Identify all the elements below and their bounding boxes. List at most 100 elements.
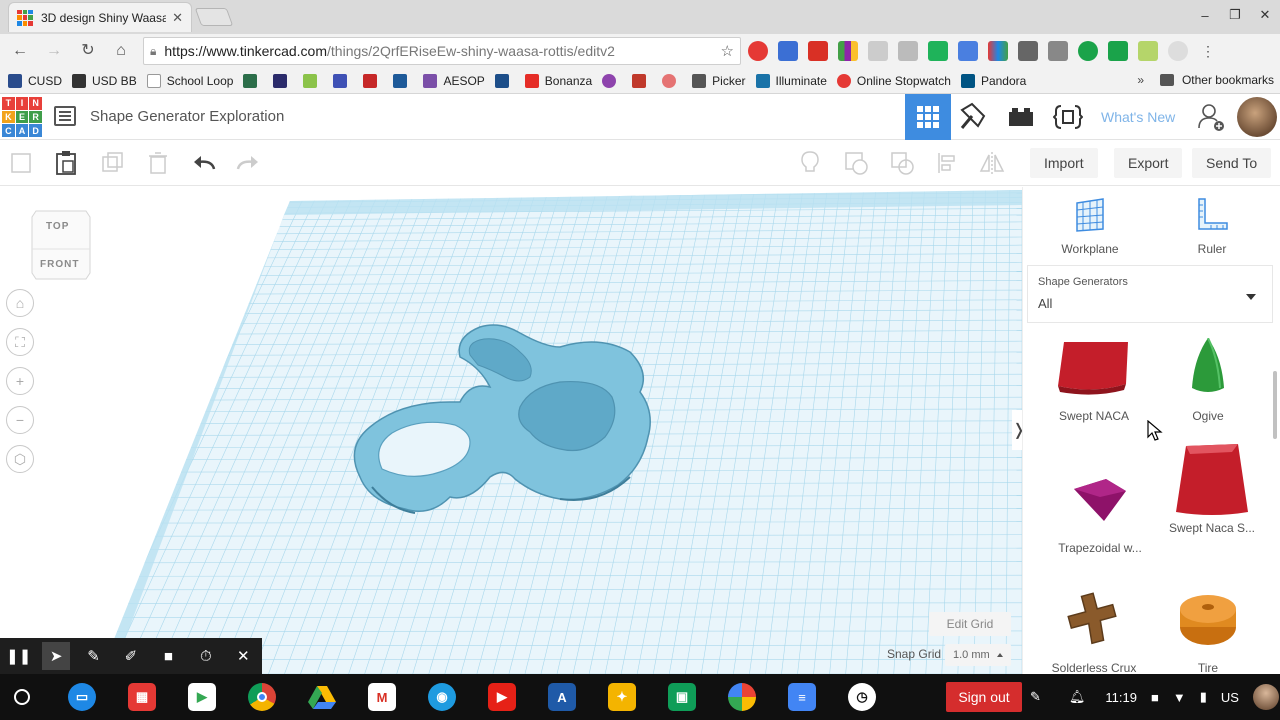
- design-title[interactable]: Shape Generator Exploration: [90, 108, 284, 125]
- view-cube-top[interactable]: TOP: [46, 221, 69, 232]
- extension-icon[interactable]: [1018, 41, 1038, 61]
- add-user-icon[interactable]: [1197, 102, 1227, 132]
- pointer-icon[interactable]: ➤: [42, 642, 71, 670]
- view-cube-front[interactable]: FRONT: [40, 259, 79, 270]
- bookmark-item[interactable]: [602, 73, 622, 88]
- play-store-icon[interactable]: ▶: [188, 683, 216, 711]
- bookmark-item[interactable]: CUSD: [8, 73, 62, 88]
- ungroup-icon[interactable]: [889, 150, 915, 176]
- user-avatar[interactable]: [1252, 684, 1279, 710]
- sign-out-button[interactable]: Sign out: [946, 682, 1022, 712]
- clock-icon[interactable]: ◷: [848, 683, 876, 711]
- send-to-button[interactable]: Send To: [1192, 148, 1272, 178]
- extension-icon[interactable]: [1108, 41, 1128, 61]
- shape-trapezoidal[interactable]: Trapezoidal w...: [1041, 465, 1159, 555]
- zoom-out-icon[interactable]: −: [6, 406, 34, 434]
- extension-icon[interactable]: [1138, 41, 1158, 61]
- ortho-view-icon[interactable]: ⬡: [6, 445, 34, 473]
- extension-icon[interactable]: [988, 41, 1008, 61]
- bookmark-item[interactable]: Online Stopwatch: [836, 73, 951, 88]
- home-view-icon[interactable]: ⌂: [6, 289, 34, 317]
- drive-icon[interactable]: [308, 683, 336, 711]
- snap-grid-select[interactable]: 1.0 mm: [945, 644, 1011, 666]
- delete-icon[interactable]: [145, 150, 171, 176]
- view-cube[interactable]: TOP FRONT: [28, 207, 92, 283]
- bookmark-item[interactable]: [662, 73, 682, 88]
- classroom-icon[interactable]: ▣: [668, 683, 696, 711]
- shape-ogive[interactable]: Ogive: [1149, 333, 1267, 423]
- bookmark-item[interactable]: [333, 73, 353, 88]
- gmail-icon[interactable]: M: [368, 683, 396, 711]
- bookmark-item[interactable]: USD BB: [72, 73, 137, 88]
- group-icon[interactable]: [843, 150, 869, 176]
- codeblocks-icon[interactable]: [1053, 102, 1083, 132]
- tab-close-icon[interactable]: ✕: [172, 10, 183, 26]
- workspace[interactable]: TOP FRONT ⌂ ⛶ + − ⬡ ❭ Edit Grid Snap Gri…: [0, 187, 1022, 674]
- translate-extension-icon[interactable]: [958, 41, 978, 61]
- extension-icon[interactable]: [928, 41, 948, 61]
- fit-view-icon[interactable]: ⛶: [6, 328, 34, 356]
- minecraft-pickaxe-icon[interactable]: [958, 102, 988, 132]
- lightbulb-icon[interactable]: [797, 150, 823, 176]
- extension-icon[interactable]: [838, 41, 858, 61]
- zoom-in-icon[interactable]: +: [6, 367, 34, 395]
- docs-icon[interactable]: ≡: [788, 683, 816, 711]
- pen-icon[interactable]: ✎: [80, 642, 108, 670]
- bricks-icon[interactable]: [1006, 102, 1036, 132]
- bookmark-item[interactable]: Pandora: [960, 73, 1026, 88]
- photos-icon[interactable]: [728, 683, 756, 711]
- shape-swept-naca-s[interactable]: Swept Naca S...: [1153, 444, 1271, 535]
- mirror-icon[interactable]: [979, 150, 1005, 176]
- bookmark-item[interactable]: [393, 73, 413, 88]
- bookmarks-overflow-icon[interactable]: »: [1137, 73, 1144, 87]
- close-recorder-icon[interactable]: ✕: [229, 642, 257, 670]
- home-icon[interactable]: ⌂: [110, 40, 132, 62]
- minimize-icon[interactable]: –: [1190, 8, 1220, 23]
- cast-icon[interactable]: [1048, 41, 1068, 61]
- export-button[interactable]: Export: [1114, 148, 1183, 178]
- bookmark-item[interactable]: [273, 73, 293, 88]
- extension-icon[interactable]: [748, 41, 768, 61]
- bookmark-item[interactable]: Bonanza: [524, 73, 592, 88]
- chrome-icon[interactable]: [248, 683, 276, 711]
- bookmark-item[interactable]: [303, 73, 323, 88]
- chrome-menu-icon[interactable]: ⋮: [1198, 41, 1218, 61]
- highlighter-icon[interactable]: ✐: [117, 642, 145, 670]
- pause-icon[interactable]: ❚❚: [5, 642, 33, 670]
- extension-icon[interactable]: [1078, 41, 1098, 61]
- launcher-icon[interactable]: [14, 689, 30, 705]
- bookmark-item[interactable]: [243, 73, 263, 88]
- address-bar[interactable]: 🔒︎ https://www.tinkercad.com/things/2Qrf…: [143, 37, 741, 65]
- extension-icon[interactable]: [1168, 41, 1188, 61]
- camera-icon[interactable]: ■: [154, 642, 182, 670]
- avatar[interactable]: [1237, 97, 1277, 137]
- extension-icon[interactable]: [898, 41, 918, 61]
- 3d-view-button[interactable]: [905, 94, 951, 140]
- window-close-icon[interactable]: ✕: [1250, 7, 1280, 23]
- bookmark-item[interactable]: Illuminate: [755, 73, 827, 88]
- import-button[interactable]: Import: [1030, 148, 1098, 178]
- tinkercad-logo[interactable]: T I N K E R C A D: [2, 97, 42, 137]
- new-shape-icon[interactable]: [8, 150, 34, 176]
- workplane-tool[interactable]: Workplane: [1045, 197, 1135, 256]
- browser-tab[interactable]: 3D design Shiny Waasa ✕: [8, 2, 192, 32]
- design-list-icon[interactable]: [54, 106, 76, 126]
- collapse-panel-icon[interactable]: ❭: [1012, 410, 1022, 450]
- edit-grid-button[interactable]: Edit Grid: [929, 612, 1011, 636]
- extension-icon[interactable]: [778, 41, 798, 61]
- status-tray[interactable]: ✎ 🔔︎ 11:19 ■ ▼ ▮ US: [1030, 674, 1279, 720]
- bookmark-star-icon[interactable]: ☆: [721, 42, 734, 60]
- ruler-tool[interactable]: Ruler: [1167, 197, 1257, 256]
- keep-icon[interactable]: ✦: [608, 683, 636, 711]
- camera-app-icon[interactable]: ◉: [428, 683, 456, 711]
- panel-scrollbar[interactable]: [1273, 371, 1277, 439]
- shape-category-dropdown[interactable]: Shape Generators All: [1027, 265, 1273, 323]
- reload-icon[interactable]: ↻: [77, 40, 99, 62]
- timer-icon[interactable]: ⏱︎: [192, 642, 220, 670]
- bookmark-item[interactable]: [494, 73, 515, 88]
- maximize-icon[interactable]: ❐: [1220, 7, 1250, 23]
- bookmark-item[interactable]: [632, 73, 652, 88]
- new-tab-button[interactable]: [194, 8, 234, 26]
- extension-icon[interactable]: [868, 41, 888, 61]
- app-a-icon[interactable]: A: [548, 683, 576, 711]
